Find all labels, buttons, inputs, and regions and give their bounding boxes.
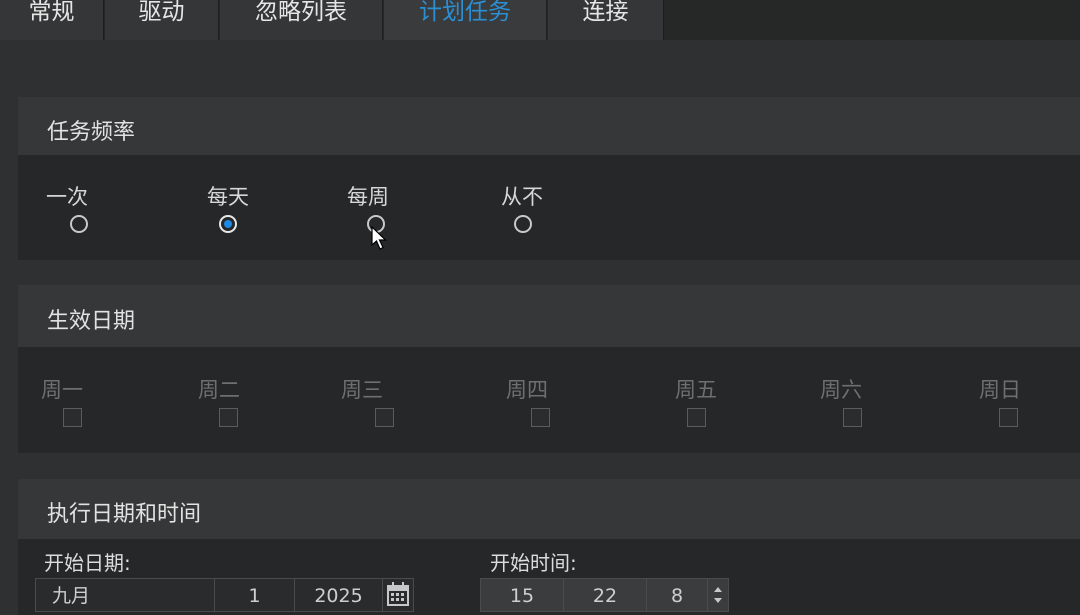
tab-connection[interactable]: 连接 [548,0,664,40]
day-label-thu: 周四 [506,378,548,402]
checkbox-sat[interactable] [843,408,862,427]
start-time-second-value: 8 [670,585,684,607]
start-time-label: 开始时间: [490,551,577,575]
day-label-sun: 周日 [979,378,1021,402]
time-spinner[interactable] [707,578,729,612]
start-date-label: 开始日期: [44,551,131,575]
start-date-month-value: 九月 [52,585,91,607]
effective-days-panel: 生效日期 周一 周二 周三 周四 周五 周六 周日 [18,285,1080,453]
checkbox-thu[interactable] [531,408,550,427]
start-date-month-field[interactable]: 九月 [35,578,215,612]
radio-once[interactable] [70,215,88,233]
day-label-mon: 周一 [41,378,83,402]
checkbox-tue[interactable] [219,408,238,427]
radio-label-weekly: 每周 [347,185,389,209]
day-label-fri: 周五 [675,378,717,402]
checkbox-wed[interactable] [375,408,394,427]
radio-daily[interactable] [219,215,237,233]
checkbox-fri[interactable] [687,408,706,427]
start-date-year-field[interactable]: 2025 [294,578,383,612]
tab-ignore-list[interactable]: 忽略列表 [220,0,383,40]
tab-scheduled-tasks[interactable]: 计划任务 [384,0,547,40]
spinner-arrows-icon [714,587,722,603]
checkbox-mon[interactable] [63,408,82,427]
day-label-tue: 周二 [198,378,240,402]
frequency-panel: 任务频率 一次 每天 每周 从不 [18,97,1080,260]
frequency-title: 任务频率 [47,120,136,145]
tab-bar: 常规 驱动 忽略列表 计划任务 连接 [0,0,1080,40]
tab-general[interactable]: 常规 [0,0,104,40]
schedule-panel: 执行日期和时间 开始日期: 开始时间: 九月 1 2025 15 22 8 [18,479,1080,615]
schedule-panel-header: 执行日期和时间 [18,479,1080,539]
start-time-hour-value: 15 [509,585,535,607]
tab-drivers[interactable]: 驱动 [105,0,219,40]
start-date-day-value: 1 [248,585,261,607]
start-time-minute-value: 22 [592,585,618,607]
schedule-title: 执行日期和时间 [47,502,202,527]
radio-never[interactable] [514,215,532,233]
start-date-year-value: 2025 [314,585,363,607]
start-time-hour-field[interactable]: 15 [480,578,564,612]
effective-days-panel-header: 生效日期 [18,285,1080,347]
calendar-icon [387,582,409,606]
start-time-second-field[interactable]: 8 [646,578,708,612]
radio-label-once: 一次 [46,185,88,209]
radio-label-never: 从不 [501,185,543,209]
day-label-sat: 周六 [820,378,862,402]
start-date-day-field[interactable]: 1 [214,578,295,612]
checkbox-sun[interactable] [999,408,1018,427]
calendar-button[interactable] [382,578,414,612]
mouse-cursor-icon [371,226,387,250]
day-label-wed: 周三 [341,378,383,402]
radio-label-daily: 每天 [207,185,249,209]
frequency-panel-header: 任务频率 [18,97,1080,155]
start-time-minute-field[interactable]: 22 [563,578,647,612]
effective-days-title: 生效日期 [47,309,136,334]
